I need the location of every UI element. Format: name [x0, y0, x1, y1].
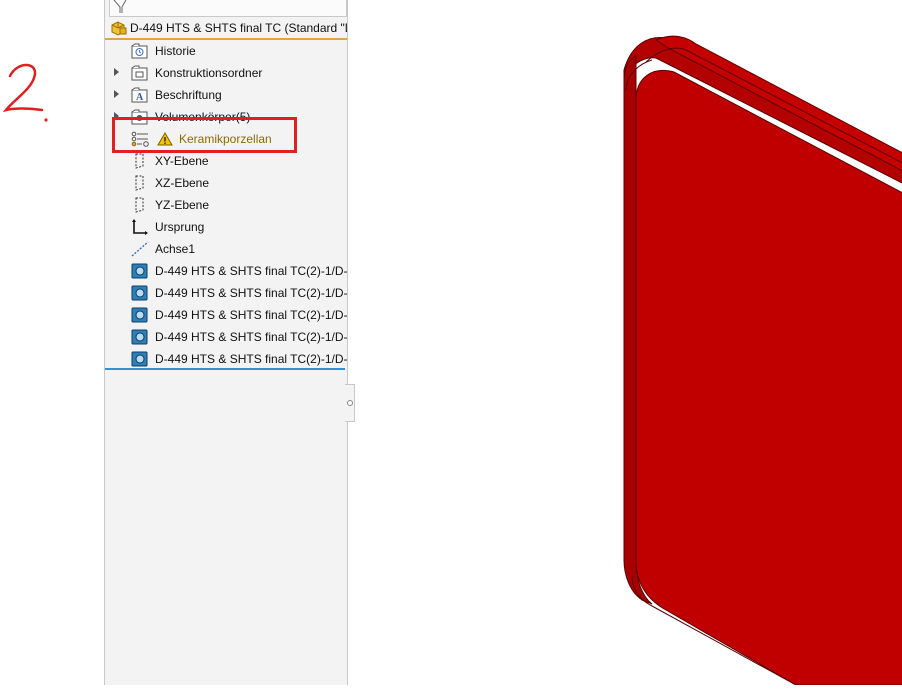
- handle-grip-icon: [347, 400, 353, 406]
- expand-arrow-icon[interactable]: [114, 68, 119, 76]
- tree-item-part[interactable]: D-449 HTS & SHTS final TC(2)-1/D-4: [105, 348, 347, 370]
- tree-item-label: D-449 HTS & SHTS final TC(2)-1/D-4: [155, 308, 347, 322]
- plane-icon: [135, 153, 144, 169]
- feature-manager-panel: D-449 HTS & SHTS final TC (Standard "D H…: [104, 0, 348, 685]
- part-icon: [131, 263, 148, 279]
- tree-item-label: Historie: [155, 44, 196, 58]
- tree-item-label: D-449 HTS & SHTS final TC(2)-1/D-4: [155, 286, 347, 300]
- tree-item-label: XY-Ebene: [155, 154, 209, 168]
- tree-item-label: Beschriftung: [155, 88, 222, 102]
- assembly-icon: [111, 21, 127, 36]
- part-icon: [131, 329, 148, 345]
- panel-resize-handle[interactable]: [345, 384, 355, 422]
- tree-item-part[interactable]: D-449 HTS & SHTS final TC(2)-1/D-4: [105, 282, 347, 304]
- plane-icon: [135, 175, 144, 191]
- tree-item-label: Konstruktionsordner: [155, 66, 263, 80]
- tree-item-part[interactable]: D-449 HTS & SHTS final TC(2)-1/D-4: [105, 304, 347, 326]
- tree-item-label: Ursprung: [155, 220, 205, 234]
- tree-item-label: D-449 HTS & SHTS final TC(2)-1/D-4: [155, 352, 347, 366]
- tree-root-assembly[interactable]: D-449 HTS & SHTS final TC (Standard "D: [105, 18, 347, 40]
- graphics-viewport[interactable]: [356, 0, 902, 686]
- tree-item-part[interactable]: D-449 HTS & SHTS final TC(2)-1/D-4: [105, 260, 347, 282]
- tree-item-yz-ebene[interactable]: YZ-Ebene: [105, 194, 347, 216]
- origin-icon: [132, 219, 148, 235]
- tree-item-label: XZ-Ebene: [155, 176, 210, 190]
- tree-item-achse1[interactable]: Achse1: [105, 238, 347, 260]
- part-icon: [131, 307, 148, 323]
- highlight-box: [112, 117, 297, 153]
- tree-item-part[interactable]: D-449 HTS & SHTS final TC(2)-1/D-4: [105, 326, 347, 348]
- tree-item-ursprung[interactable]: Ursprung: [105, 216, 347, 238]
- tree-item-label: Achse1: [155, 242, 196, 256]
- tree-item-xz-ebene[interactable]: XZ-Ebene: [105, 172, 347, 194]
- filter-icon[interactable]: [113, 0, 129, 14]
- part-icon: [131, 285, 148, 301]
- 3d-model[interactable]: [356, 0, 902, 686]
- history-icon: [131, 43, 148, 59]
- tree-item-historie[interactable]: Historie: [105, 40, 347, 62]
- tree-root-label: D-449 HTS & SHTS final TC (Standard "D: [130, 21, 347, 35]
- tree-item-label: D-449 HTS & SHTS final TC(2)-1/D-4: [155, 330, 347, 344]
- plane-icon: [135, 197, 144, 213]
- annotations-icon: A: [131, 87, 148, 103]
- tree-item-label: D-449 HTS & SHTS final TC(2)-1/D-4: [155, 264, 347, 278]
- expand-arrow-icon[interactable]: [114, 90, 119, 98]
- tree-item-beschriftung[interactable]: A Beschriftung: [105, 84, 347, 106]
- axis-icon: [131, 241, 149, 257]
- sensors-folder-icon: [131, 65, 148, 81]
- part-icon: [131, 351, 148, 367]
- tree-item-label: YZ-Ebene: [155, 198, 210, 212]
- handwritten-annotation: [2, 63, 48, 122]
- svg-text:A: A: [136, 92, 144, 103]
- rollback-bar[interactable]: [105, 368, 345, 370]
- filter-box[interactable]: [109, 0, 347, 17]
- tree-item-xy-ebene[interactable]: XY-Ebene: [105, 150, 347, 172]
- tree-item-konstruktionsordner[interactable]: Konstruktionsordner: [105, 62, 347, 84]
